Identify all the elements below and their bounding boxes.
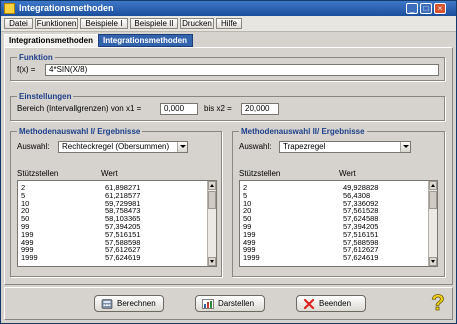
- app-window: Integrationsmethoden _ □ × Datei Funktio…: [0, 0, 457, 324]
- exit-button-label: Beenden: [319, 299, 352, 308]
- close-icon[interactable]: ×: [434, 3, 446, 14]
- method-1-select-label: Auswahl:: [17, 142, 50, 151]
- method-1-group: Methodenauswahl I/ Ergebnisse Auswahl: R…: [10, 127, 222, 277]
- einstellungen-group: Einstellungen Bereich (Intervallgrenzen)…: [10, 92, 445, 121]
- x2-input[interactable]: 20,000: [241, 103, 279, 115]
- method-1-results-list[interactable]: 2 61,898271 5 61,218577 10 59,729981 20 58,7584…: [17, 180, 217, 267]
- method-2-select-label: Auswahl:: [239, 142, 272, 151]
- stuetzstellen-cell: 1999: [21, 253, 38, 263]
- scroll-up-icon[interactable]: [429, 181, 437, 190]
- method-1-col-wert: Wert: [101, 169, 118, 178]
- show-button[interactable]: Darstellen: [195, 295, 265, 312]
- method-2-group-title: Methodenauswahl II/ Ergebnisse: [239, 127, 367, 136]
- method-1-col-stuetzstellen: Stützstellen: [17, 169, 59, 178]
- method-1-selected-value: Rechteckregel (Obersummen): [62, 142, 170, 151]
- chevron-down-icon[interactable]: [177, 142, 187, 152]
- method-2-select[interactable]: Trapezregel: [279, 141, 411, 153]
- button-bar: Berechnen Darstellen Beenden: [4, 287, 453, 320]
- method-2-scrollbar[interactable]: [428, 181, 437, 266]
- minimize-icon[interactable]: _: [406, 3, 418, 14]
- funktion-group-title: Funktion: [17, 53, 55, 62]
- scroll-down-icon[interactable]: [429, 257, 437, 266]
- svg-text:?: ?: [431, 290, 444, 315]
- wert-cell: 57,624619: [343, 253, 379, 263]
- method-2-selected-value: Trapezregel: [283, 142, 326, 151]
- help-question-icon[interactable]: ?: [427, 290, 449, 316]
- exit-x-icon: [303, 299, 315, 309]
- method-1-select[interactable]: Rechteckregel (Obersummen): [58, 141, 188, 153]
- function-input[interactable]: 4*SIN(X/8): [45, 64, 439, 76]
- scroll-thumb[interactable]: [208, 191, 216, 209]
- exit-button[interactable]: Beenden: [296, 295, 366, 312]
- scroll-thumb[interactable]: [429, 191, 437, 209]
- method-2-col-stuetzstellen: Stützstellen: [239, 169, 281, 178]
- funktion-group: Funktion f(x) = 4*SIN(X/8): [10, 53, 445, 81]
- menu-hilfe[interactable]: Hilfe: [216, 18, 242, 29]
- calculate-button-label: Berechnen: [117, 299, 156, 308]
- menu-beispiele-1[interactable]: Beispiele I: [80, 18, 128, 29]
- method-2-col-wert: Wert: [339, 169, 356, 178]
- menu-bar: Datei Funktionen Beispiele I Beispiele I…: [1, 16, 456, 32]
- calculate-button[interactable]: Berechnen: [94, 295, 164, 312]
- menu-beispiele-2[interactable]: Beispiele II: [130, 18, 178, 29]
- app-icon: [4, 3, 15, 14]
- chevron-down-icon[interactable]: [400, 142, 410, 152]
- stuetzstellen-cell: 1999: [243, 253, 260, 263]
- calculator-icon: [101, 299, 113, 309]
- maximize-icon[interactable]: □: [420, 3, 432, 14]
- tab-integrationsmethoden-1[interactable]: Integrationsmethoden I: [4, 34, 98, 56]
- tab-panel: Funktion f(x) = 4*SIN(X/8) Einstellungen…: [4, 47, 453, 285]
- chart-icon: [202, 299, 214, 309]
- show-button-label: Darstellen: [218, 299, 255, 308]
- function-label: f(x) =: [17, 65, 36, 74]
- method-1-scrollbar[interactable]: [207, 181, 216, 266]
- menu-drucken[interactable]: Drucken: [180, 18, 214, 29]
- method-2-group: Methodenauswahl II/ Ergebnisse Auswahl: …: [232, 127, 445, 277]
- method-1-group-title: Methodenauswahl I/ Ergebnisse: [17, 127, 143, 136]
- menu-datei[interactable]: Datei: [4, 18, 33, 29]
- method-2-results-list[interactable]: 2 49,928828 5 56,4308 10 57,336092 20 57,561528…: [239, 180, 438, 267]
- title-bar[interactable]: Integrationsmethoden _ □ ×: [1, 1, 456, 16]
- scroll-down-icon[interactable]: [208, 257, 216, 266]
- menu-funktionen[interactable]: Funktionen: [35, 18, 78, 29]
- x1-label: Bereich (Intervallgrenzen) von x1 =: [17, 104, 142, 113]
- window-title: Integrationsmethoden: [19, 3, 114, 13]
- einstellungen-group-title: Einstellungen: [17, 92, 74, 101]
- wert-cell: 57,624619: [105, 253, 141, 263]
- x2-label: bis x2 =: [204, 104, 232, 113]
- tab-integrationsmethoden-2[interactable]: Integrationsmethoden II: [98, 34, 193, 56]
- x1-input[interactable]: 0,000: [160, 103, 198, 115]
- scroll-up-icon[interactable]: [208, 181, 216, 190]
